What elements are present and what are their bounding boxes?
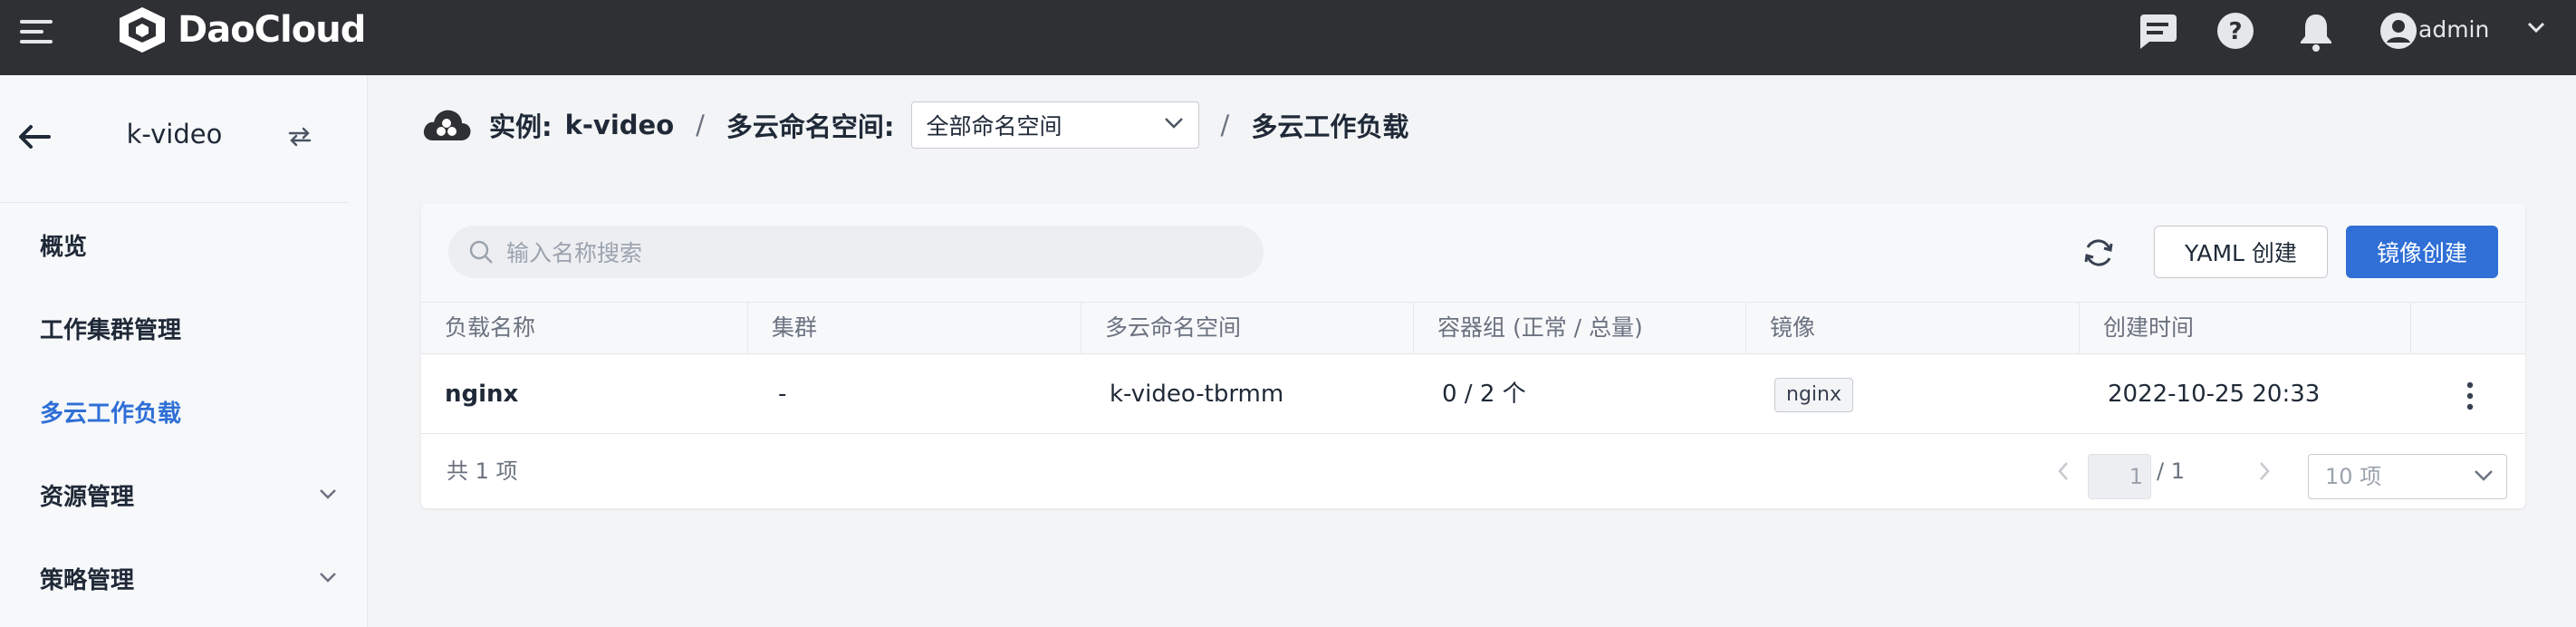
cell-image: nginx [1774, 354, 1853, 434]
sidebar-item-resource-management[interactable]: 资源管理 [40, 478, 134, 512]
column-header-actions [2410, 303, 2525, 353]
workload-card: 输入名称搜索 YAML 创建 镜像创建 负载名称 集群 多云命名空间 容器组 (… [421, 204, 2525, 508]
breadcrumb-separator: / [1220, 110, 1230, 140]
column-header-cluster[interactable]: 集群 [747, 303, 1081, 353]
column-header-name[interactable]: 负载名称 [421, 303, 747, 353]
breadcrumb-separator: / [696, 110, 705, 140]
namespace-label: 多云命名空间: [726, 111, 895, 142]
column-header-pods[interactable]: 容器组 (正常 / 总量) [1413, 303, 1745, 353]
cell-cluster: - [778, 381, 787, 408]
cloud-icon [423, 110, 471, 140]
namespace-select[interactable]: 全部命名空间 [910, 101, 1199, 149]
total-count: 共 1 项 [447, 458, 518, 484]
chevron-down-icon[interactable] [319, 572, 337, 584]
column-header-namespace[interactable]: 多云命名空间 [1081, 303, 1413, 353]
column-header-created[interactable]: 创建时间 [2079, 303, 2410, 353]
page-input[interactable]: 1 [2088, 454, 2151, 499]
table-footer: 共 1 项 1 / 1 10 项 [421, 434, 2525, 508]
toolbar: 输入名称搜索 YAML 创建 镜像创建 [421, 204, 2525, 302]
search-input[interactable]: 输入名称搜索 [448, 226, 1264, 278]
brand-name: DaoCloud [178, 9, 366, 51]
username[interactable]: admin [2418, 16, 2489, 43]
page-size-value: 10 项 [2325, 464, 2382, 489]
more-actions-icon[interactable] [2465, 381, 2475, 410]
table-row[interactable]: nginx - k-video-tbrmm 0 / 2 个 nginx 2022… [421, 354, 2525, 434]
chevron-down-icon [1164, 118, 1183, 129]
namespace-select-value: 全部命名空间 [926, 113, 1062, 140]
breadcrumb-current: 多云工作负载 [1251, 111, 1409, 142]
image-tag: nginx [1774, 377, 1853, 412]
page-total: / 1 [2157, 458, 2185, 484]
chevron-down-icon[interactable] [319, 488, 337, 501]
refresh-icon[interactable] [2081, 235, 2117, 271]
table-header: 负载名称 集群 多云命名空间 容器组 (正常 / 总量) 镜像 创建时间 [421, 302, 2525, 354]
yaml-create-button[interactable]: YAML 创建 [2154, 226, 2328, 278]
sidebar: k-video 概览 工作集群管理 多云工作负载 资源管理 策略管理 [0, 75, 368, 627]
bell-icon[interactable] [2297, 11, 2335, 53]
brand-logo[interactable]: DaoCloud [116, 5, 366, 54]
sidebar-item-policy-management[interactable]: 策略管理 [40, 562, 134, 595]
breadcrumb: 实例: k-video / 多云命名空间: 全部命名空间 / 多云工作负载 [420, 98, 1408, 152]
image-create-button[interactable]: 镜像创建 [2346, 226, 2498, 278]
svg-text:?: ? [2228, 18, 2242, 45]
cell-created: 2022-10-25 20:33 [2108, 381, 2321, 408]
help-icon[interactable]: ? [2216, 11, 2255, 51]
instance-label: 实例: [489, 111, 553, 142]
cell-namespace: k-video-tbrmm [1110, 381, 1284, 408]
sidebar-header: k-video [0, 75, 349, 203]
cell-pods: 0 / 2 个 [1442, 381, 1526, 408]
column-header-image[interactable]: 镜像 [1745, 303, 2079, 353]
switch-icon[interactable] [286, 125, 313, 149]
page-size-select[interactable]: 10 项 [2308, 454, 2507, 499]
next-page-icon[interactable] [2258, 461, 2271, 481]
chevron-down-icon[interactable] [2527, 22, 2545, 34]
user-icon[interactable] [2379, 11, 2418, 51]
chevron-down-icon [2475, 470, 2493, 481]
sidebar-item-cluster-management[interactable]: 工作集群管理 [40, 312, 181, 345]
instance-link[interactable]: k-video [565, 110, 675, 140]
top-bar: DaoCloud ? admin [0, 0, 2576, 75]
sidebar-item-overview[interactable]: 概览 [40, 228, 87, 262]
search-icon [469, 240, 493, 264]
search-placeholder: 输入名称搜索 [506, 240, 643, 266]
sidebar-item-workloads[interactable]: 多云工作负载 [40, 395, 181, 429]
prev-page-icon[interactable] [2057, 461, 2070, 481]
workload-name-link[interactable]: nginx [445, 354, 518, 434]
logo-icon [120, 7, 165, 53]
message-icon[interactable] [2135, 11, 2178, 53]
menu-icon[interactable] [20, 18, 56, 45]
